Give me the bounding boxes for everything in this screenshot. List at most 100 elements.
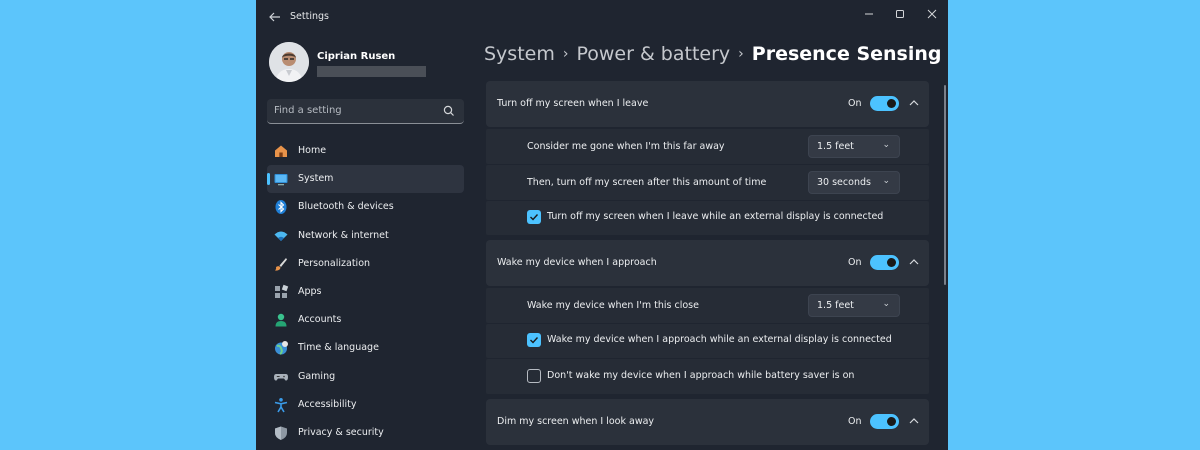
sidebar-item-label: Bluetooth & devices [298,201,394,213]
sidebar-nav: Home System Bluetooth & devices Network … [267,137,464,447]
gone-distance-dropdown[interactable]: 1.5 feet ⌄ [808,135,900,158]
chevron-down-icon: ⌄ [882,140,890,150]
sidebar-item-label: Privacy & security [298,426,384,438]
wake-external-label: Wake my device when I approach while an … [547,334,892,345]
checkmark-icon [530,337,539,344]
chevron-up-icon[interactable] [907,94,921,112]
delay-label: Then, turn off my screen after this amou… [527,177,767,188]
breadcrumb: System › Power & battery › Presence Sensing [484,43,942,65]
wake-device-toggle[interactable] [870,255,899,270]
apps-icon [275,284,289,298]
toggle-knob [887,417,896,426]
page-title: Presence Sensing [751,43,942,65]
sidebar-item-label: Accounts [298,314,342,326]
gone-distance-label: Consider me gone when I'm this far away [527,141,725,152]
delay-row: Then, turn off my screen after this amou… [486,165,929,200]
settings-window: Settings Ciprian Rusen Find a setting Ho… [256,0,948,450]
battery-saver-label: Don't wake my device when I approach whi… [547,370,855,381]
turn-off-screen-header[interactable]: Turn off my screen when I leave On [486,81,929,127]
dim-screen-state: On [848,416,862,427]
chevron-up-icon[interactable] [907,412,921,430]
sidebar-item-network[interactable]: Network & internet [267,222,464,250]
chevron-down-icon: ⌄ [882,176,890,186]
wake-distance-dropdown[interactable]: 1.5 feet ⌄ [808,294,900,317]
system-icon [274,174,288,186]
breadcrumb-power-battery[interactable]: Power & battery [576,43,730,65]
maximize-button[interactable] [885,4,915,26]
sidebar-item-accessibility[interactable]: Accessibility [267,391,464,419]
chevron-right-icon: › [738,46,744,62]
dropdown-value: 30 seconds [817,177,871,188]
avatar[interactable] [269,42,309,82]
sidebar-item-time-language[interactable]: Time & language [267,334,464,362]
scrollbar[interactable] [944,85,946,285]
time-language-icon [275,341,288,356]
sidebar-item-label: Home [298,145,327,156]
selection-indicator [267,173,270,186]
sidebar-item-gaming[interactable]: Gaming [267,363,464,391]
sidebar-item-bluetooth[interactable]: Bluetooth & devices [267,193,464,221]
home-icon [275,145,287,157]
sidebar-item-label: Time & language [298,342,379,354]
chevron-up-shape [909,259,919,265]
battery-saver-row: Don't wake my device when I approach whi… [486,359,929,394]
dim-screen-header[interactable]: Dim my screen when I look away On [486,399,929,445]
chevron-up-icon[interactable] [907,253,921,271]
chevron-down-icon: ⌄ [882,299,890,309]
delay-dropdown[interactable]: 30 seconds ⌄ [808,171,900,194]
sidebar-item-system[interactable]: System [267,165,464,194]
turn-off-external-row: Turn off my screen when I leave while an… [486,201,929,235]
privacy-security-icon [275,426,287,440]
app-title: Settings [290,11,329,22]
sidebar-item-privacy-security[interactable]: Privacy & security [267,419,464,447]
close-icon [927,9,937,19]
profile-name: Ciprian Rusen [317,51,396,62]
checkmark-icon [530,214,539,221]
turn-off-screen-title: Turn off my screen when I leave [497,98,649,109]
arrow-left-icon [269,12,280,22]
accounts-icon [275,313,287,327]
wake-device-header[interactable]: Wake my device when I approach On [486,240,929,286]
minimize-icon [865,13,873,15]
battery-saver-checkbox[interactable] [527,369,541,383]
search-icon [443,105,454,116]
wake-distance-label: Wake my device when I'm this close [527,300,699,311]
chevron-up-shape [909,418,919,424]
close-button[interactable] [917,4,947,26]
wake-external-checkbox[interactable] [527,333,541,347]
maximize-icon [896,10,904,18]
accessibility-icon [274,397,288,413]
profile-email-redacted [317,66,426,77]
chevron-right-icon: › [562,46,569,62]
dim-screen-title: Dim my screen when I look away [497,416,655,427]
search-box[interactable]: Find a setting [267,99,464,124]
toggle-knob [887,99,896,108]
turn-off-screen-state: On [848,98,862,109]
title-bar: Settings [256,0,948,34]
wake-distance-row: Wake my device when I'm this close 1.5 f… [486,288,929,323]
search-input[interactable]: Find a setting [274,105,342,116]
sidebar-item-label: Apps [298,285,322,297]
network-icon [274,231,288,241]
sidebar-item-label: Gaming [298,370,336,382]
sidebar-item-home[interactable]: Home [267,137,464,165]
sidebar-item-label: Network & internet [298,229,389,241]
turn-off-external-label: Turn off my screen when I leave while an… [547,211,884,222]
sidebar-item-apps[interactable]: Apps [267,278,464,306]
breadcrumb-system[interactable]: System [484,43,555,65]
gone-distance-row: Consider me gone when I'm this far away … [486,129,929,164]
wake-device-title: Wake my device when I approach [497,257,657,268]
sidebar-item-label: System [298,173,334,185]
turn-off-screen-toggle[interactable] [870,96,899,111]
sidebar-item-personalization[interactable]: Personalization [267,250,464,278]
bluetooth-icon [275,200,287,215]
dropdown-value: 1.5 feet [817,141,854,152]
back-button[interactable] [264,7,286,27]
sidebar-item-label: Accessibility [298,398,357,410]
turn-off-external-checkbox[interactable] [527,210,541,224]
chevron-up-shape [909,100,919,106]
minimize-button[interactable] [854,4,884,26]
dim-screen-toggle[interactable] [870,414,899,429]
sidebar-item-accounts[interactable]: Accounts [267,306,464,334]
wake-device-state: On [848,257,862,268]
